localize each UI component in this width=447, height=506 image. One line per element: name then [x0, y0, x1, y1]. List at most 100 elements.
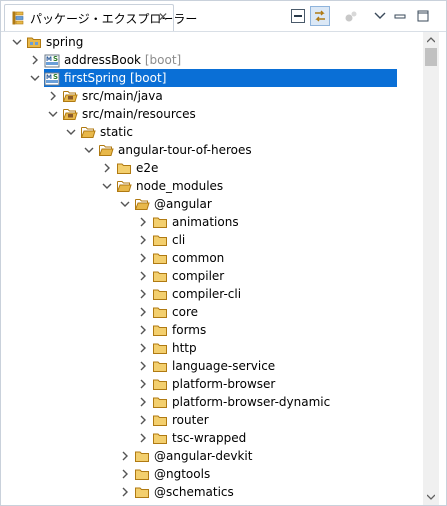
- chevron-right-icon[interactable]: [120, 450, 130, 462]
- tree-row[interactable]: language-service: [1, 357, 423, 375]
- tree-row[interactable]: platform-browser: [1, 375, 423, 393]
- chevron-down-icon[interactable]: [30, 72, 40, 84]
- folder-icon: [152, 304, 168, 320]
- tree-item-label: @angular-devkit: [154, 449, 252, 463]
- tree-row[interactable]: compiler-cli: [1, 285, 423, 303]
- chevron-right-icon[interactable]: [138, 378, 148, 390]
- tree-row[interactable]: node_modules: [1, 177, 423, 195]
- tree-row[interactable]: forms: [1, 321, 423, 339]
- chevron-right-icon[interactable]: [138, 396, 148, 408]
- tree-item-label: platform-browser-dynamic: [172, 395, 330, 409]
- tree-row[interactable]: src/main/resources: [1, 105, 423, 123]
- chevron-down-icon[interactable]: [48, 108, 58, 120]
- scroll-down-icon[interactable]: [423, 489, 439, 505]
- chevron-right-icon[interactable]: [138, 414, 148, 426]
- tree-row[interactable]: @angular: [1, 195, 423, 213]
- tree-row[interactable]: tsc-wrapped: [1, 429, 423, 447]
- scrollbar-thumb[interactable]: [425, 48, 437, 66]
- vertical-scrollbar[interactable]: [423, 32, 439, 505]
- minimize-icon[interactable]: [391, 7, 409, 25]
- close-icon[interactable]: ✕: [156, 9, 170, 25]
- tree-row[interactable]: e2e: [1, 159, 423, 177]
- tree-item-label: platform-browser: [172, 377, 275, 391]
- tree-item-label: spring: [46, 35, 83, 49]
- chevron-right-icon[interactable]: [48, 90, 58, 102]
- tree-item-label: language-service: [172, 359, 275, 373]
- link-with-editor-icon[interactable]: [310, 6, 330, 26]
- tree-item-label: e2e: [136, 161, 158, 175]
- tree-item-label: animations: [172, 215, 239, 229]
- tree-row[interactable]: M S addressBook [boot]: [1, 51, 423, 69]
- chevron-right-icon[interactable]: [138, 342, 148, 354]
- tree-item-name: compiler: [172, 269, 225, 283]
- tree-row[interactable]: common: [1, 249, 423, 267]
- tree-item-label: node_modules: [136, 179, 223, 193]
- tree-item-name: addressBook: [64, 53, 142, 67]
- chevron-down-icon[interactable]: [12, 36, 22, 48]
- tree-item-label: tsc-wrapped: [172, 431, 246, 445]
- tab-package-explorer[interactable]: パッケージ・エクスプローラー ✕: [4, 4, 197, 31]
- source-folder-icon: [62, 106, 78, 122]
- chevron-right-icon[interactable]: [138, 252, 148, 264]
- chevron-right-icon[interactable]: [138, 216, 148, 228]
- chevron-down-icon[interactable]: [66, 126, 76, 138]
- chevron-right-icon[interactable]: [120, 486, 130, 498]
- chevron-down-icon[interactable]: [120, 198, 130, 210]
- folder-icon: [152, 430, 168, 446]
- tree-item-name: @schematics: [154, 485, 234, 499]
- tree-row[interactable]: @schematics: [1, 483, 423, 501]
- maximize-icon[interactable]: [414, 7, 432, 25]
- tree-row[interactable]: @angular-devkit: [1, 447, 423, 465]
- chevron-right-icon[interactable]: [138, 270, 148, 282]
- tree-row[interactable]: static: [1, 123, 423, 141]
- folder-open-icon: [116, 178, 132, 194]
- tree-row[interactable]: http: [1, 339, 423, 357]
- tree-row[interactable]: src/main/java: [1, 87, 423, 105]
- tree-item-name: language-service: [172, 359, 276, 373]
- chevron-down-icon[interactable]: [102, 180, 112, 192]
- tree-row[interactable]: compiler: [1, 267, 423, 285]
- tree-item-name: compiler-cli: [172, 287, 242, 301]
- tree-row[interactable]: spring: [1, 33, 423, 51]
- tree-row[interactable]: @ngtools: [1, 465, 423, 483]
- focus-task-icon[interactable]: [342, 7, 360, 25]
- view-menu-icon[interactable]: [371, 7, 389, 25]
- project-tree[interactable]: spring M S addressBook [boot] M SfirstSpring …: [1, 32, 423, 505]
- chevron-right-icon[interactable]: [102, 162, 112, 174]
- chevron-right-icon[interactable]: [120, 468, 130, 480]
- collapse-all-icon[interactable]: [289, 7, 307, 25]
- tree-row[interactable]: M SfirstSpring [boot]: [1, 69, 423, 87]
- chevron-right-icon[interactable]: [138, 306, 148, 318]
- chevron-right-icon[interactable]: [138, 432, 148, 444]
- chevron-right-icon[interactable]: [138, 360, 148, 372]
- tree-item-label: http: [172, 341, 197, 355]
- tree-item-label: compiler: [172, 269, 224, 283]
- tree-row[interactable]: router: [1, 411, 423, 429]
- chevron-right-icon[interactable]: [30, 54, 40, 66]
- chevron-down-icon[interactable]: [84, 144, 94, 156]
- tree-item-name: static: [100, 125, 133, 139]
- folder-icon: [116, 160, 132, 176]
- tree-item-name: node_modules: [136, 179, 224, 193]
- folder-icon: [134, 484, 150, 500]
- folder-icon: [152, 376, 168, 392]
- chevron-right-icon[interactable]: [138, 288, 148, 300]
- tab-title: パッケージ・エクスプローラー: [30, 12, 198, 26]
- tree-row[interactable]: animations: [1, 213, 423, 231]
- tree-item-name: animations: [172, 215, 239, 229]
- tree-item-name: src/main/resources: [82, 107, 196, 121]
- tree-row[interactable]: core: [1, 303, 423, 321]
- folder-icon: [152, 358, 168, 374]
- tree-item-name: router: [172, 413, 209, 427]
- tree-row[interactable]: platform-browser-dynamic: [1, 393, 423, 411]
- svg-text:S: S: [53, 55, 58, 63]
- tree-item-label: forms: [172, 323, 206, 337]
- tree-item-label: addressBook [boot]: [64, 53, 181, 67]
- chevron-right-icon[interactable]: [138, 324, 148, 336]
- tree-row[interactable]: angular-tour-of-heroes: [1, 141, 423, 159]
- tree-item-name: @ngtools: [154, 467, 211, 481]
- spring-project-icon: MS: [44, 52, 60, 68]
- chevron-right-icon[interactable]: [138, 234, 148, 246]
- tree-row[interactable]: cli: [1, 231, 423, 249]
- scroll-up-icon[interactable]: [423, 32, 439, 48]
